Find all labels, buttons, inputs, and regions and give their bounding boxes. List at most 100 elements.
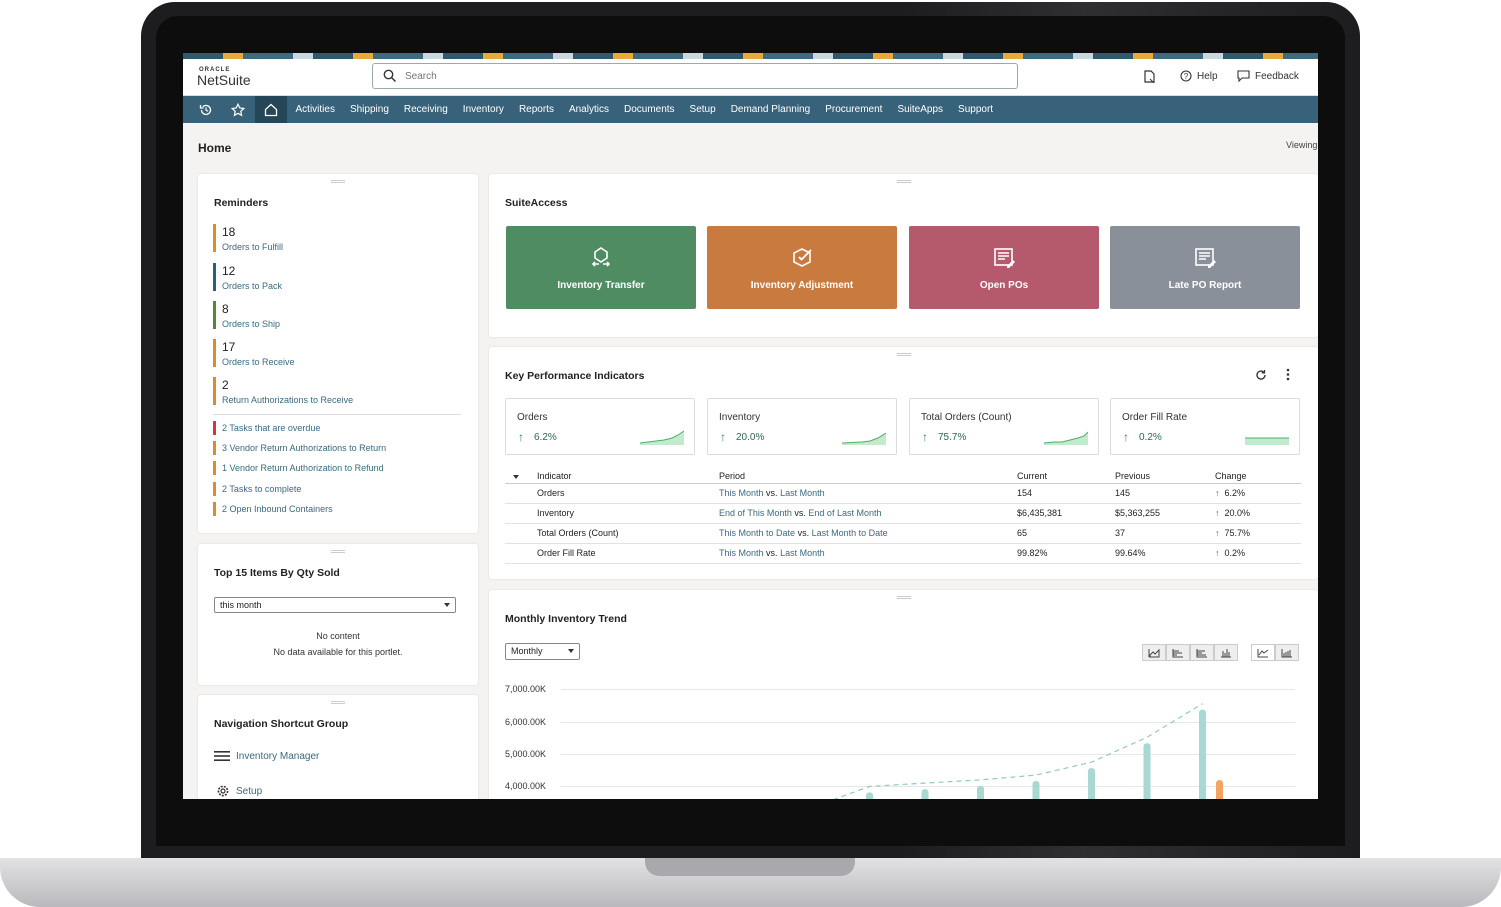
current-cell[interactable]: 154: [1017, 483, 1115, 504]
reminder-label[interactable]: Return Authorizations to Receive: [222, 395, 453, 405]
recent-history-button[interactable]: [190, 96, 222, 123]
period-link[interactable]: This Month to Date: [719, 528, 795, 538]
reminder-label[interactable]: Orders to Ship: [222, 319, 453, 329]
reminder-tasks-overdue[interactable]: 2 Tasks that are overdue: [213, 421, 320, 435]
period-link[interactable]: This Month: [719, 548, 764, 558]
period-link[interactable]: Last Month: [780, 548, 825, 558]
previous-cell[interactable]: 37: [1115, 523, 1215, 544]
favorites-button[interactable]: [222, 96, 254, 123]
nav-reports[interactable]: Reports: [511, 104, 561, 115]
refresh-icon[interactable]: [1255, 369, 1267, 381]
nav-setup[interactable]: Setup: [682, 104, 723, 115]
kpi-card-total-orders[interactable]: Total Orders (Count) ↑ 75.7%: [909, 398, 1099, 455]
collapse-toggle[interactable]: [505, 469, 537, 484]
reminder-count: 18: [222, 225, 236, 239]
reminder-return-authorizations[interactable]: 2 Return Authorizations to Receive: [213, 377, 453, 405]
shortcut-label[interactable]: Inventory Manager: [236, 751, 319, 762]
vs-label: vs.: [766, 548, 778, 558]
tile-late-po-report[interactable]: Late PO Report: [1110, 226, 1300, 309]
reminder-count: 17: [222, 340, 236, 354]
drag-handle[interactable]: [896, 180, 911, 183]
nav-documents[interactable]: Documents: [616, 104, 682, 115]
kpi-card-order-fill-rate[interactable]: Order Fill Rate ↑ 0.2%: [1110, 398, 1300, 455]
drag-handle[interactable]: [896, 353, 911, 356]
shortcut-label[interactable]: Setup: [236, 786, 262, 797]
current-cell[interactable]: 99.82%: [1017, 543, 1115, 564]
shortcut-setup[interactable]: Setup: [216, 784, 262, 798]
trend-line: [833, 703, 1203, 799]
reminder-label[interactable]: Orders to Fulfill: [222, 242, 453, 252]
reminder-label[interactable]: Orders to Pack: [222, 281, 453, 291]
netsuite-logo[interactable]: NetSuite: [197, 72, 251, 88]
drag-handle[interactable]: [331, 180, 345, 183]
kpi-card-inventory[interactable]: Inventory ↑ 20.0%: [707, 398, 897, 455]
tile-inventory-transfer[interactable]: Inventory Transfer: [506, 226, 696, 309]
home-button[interactable]: [255, 96, 287, 123]
svg-text:?: ?: [1184, 72, 1189, 81]
reminder-vendor-return-to-return[interactable]: 3 Vendor Return Authorizations to Return: [213, 441, 386, 455]
nav-suiteapps[interactable]: SuiteApps: [890, 104, 951, 115]
previous-cell[interactable]: $5,363,255: [1115, 503, 1215, 524]
nav-support[interactable]: Support: [951, 104, 1001, 115]
kpi-value: 6.2%: [534, 432, 557, 443]
reminder-orders-to-pack[interactable]: 12 Orders to Pack: [213, 263, 453, 291]
reminder-orders-to-ship[interactable]: 8 Orders to Ship: [213, 301, 453, 329]
feedback-button[interactable]: Feedback: [1237, 70, 1299, 82]
current-cell[interactable]: $6,435,381: [1017, 503, 1115, 524]
period-select[interactable]: this month: [214, 597, 456, 613]
period-link[interactable]: This Month: [719, 488, 764, 498]
tile-inventory-adjustment[interactable]: Inventory Adjustment: [707, 226, 897, 309]
col-header-current: Current: [1017, 469, 1115, 484]
arrow-up-icon: ↑: [720, 430, 726, 444]
change-value: 6.2%: [1224, 488, 1246, 498]
nav-receiving[interactable]: Receiving: [396, 104, 455, 115]
shortcut-inventory-manager[interactable]: Inventory Manager: [214, 750, 319, 762]
period-link[interactable]: Last Month to Date: [812, 528, 888, 538]
period-link[interactable]: End of Last Month: [808, 508, 881, 518]
vs-label: vs.: [794, 508, 806, 518]
period-link[interactable]: End of This Month: [719, 508, 792, 518]
reminder-label[interactable]: Orders to Receive: [222, 357, 453, 367]
previous-cell[interactable]: 99.64%: [1115, 543, 1215, 564]
recent-records-button[interactable]: [1143, 70, 1155, 83]
change-value: 75.7%: [1224, 528, 1251, 538]
search-input[interactable]: [405, 68, 1005, 84]
reminder-orders-to-fulfill[interactable]: 18 Orders to Fulfill: [213, 224, 453, 252]
shortcut-portlet: Navigation Shortcut Group Inventory Mana…: [198, 695, 478, 799]
nav-inventory[interactable]: Inventory: [455, 104, 511, 115]
more-options-icon[interactable]: [1286, 368, 1290, 381]
no-data-message: No data available for this portlet.: [273, 647, 403, 657]
col-header-period: Period: [719, 469, 1017, 484]
global-search[interactable]: [372, 63, 1018, 89]
vs-label: vs.: [766, 488, 778, 498]
reminder-vendor-return-to-refund[interactable]: 1 Vendor Return Authorization to Refund: [213, 461, 384, 475]
tile-label: Late PO Report: [1168, 280, 1242, 291]
nav-procurement[interactable]: Procurement: [818, 104, 890, 115]
previous-cell[interactable]: 145: [1115, 483, 1215, 504]
nav-analytics[interactable]: Analytics: [561, 104, 616, 115]
feedback-icon: [1237, 70, 1250, 82]
gear-icon: [217, 785, 229, 797]
kpi-card-orders[interactable]: Orders ↑ 6.2%: [505, 398, 695, 455]
drag-handle[interactable]: [331, 550, 345, 553]
nav-activities[interactable]: Activities: [288, 104, 342, 115]
reminder-orders-to-receive[interactable]: 17 Orders to Receive: [213, 339, 453, 367]
kpi-value: 75.7%: [938, 432, 967, 443]
chart-bar: [1143, 743, 1151, 799]
current-cell[interactable]: 65: [1017, 523, 1115, 544]
dashboard: Home Viewing Reminders 18 Orders to Fulf…: [183, 123, 1318, 799]
help-button[interactable]: ? Help: [1180, 70, 1218, 82]
chart-bar: [1088, 768, 1095, 799]
reminder-open-inbound-containers[interactable]: 2 Open Inbound Containers: [213, 502, 333, 516]
chart-bar: [1199, 709, 1206, 799]
nav-demand-planning[interactable]: Demand Planning: [723, 104, 818, 115]
tile-open-pos[interactable]: Open POs: [909, 226, 1099, 309]
reminder-tasks-to-complete[interactable]: 2 Tasks to complete: [213, 482, 301, 496]
arrow-up-icon: ↑: [1215, 528, 1220, 538]
change-cell: ↑ 6.2%: [1215, 483, 1301, 504]
change-value: 0.2%: [1224, 548, 1246, 558]
drag-handle[interactable]: [331, 701, 345, 704]
indicator-cell: Order Fill Rate: [537, 543, 719, 564]
nav-shipping[interactable]: Shipping: [342, 104, 396, 115]
period-link[interactable]: Last Month: [780, 488, 825, 498]
